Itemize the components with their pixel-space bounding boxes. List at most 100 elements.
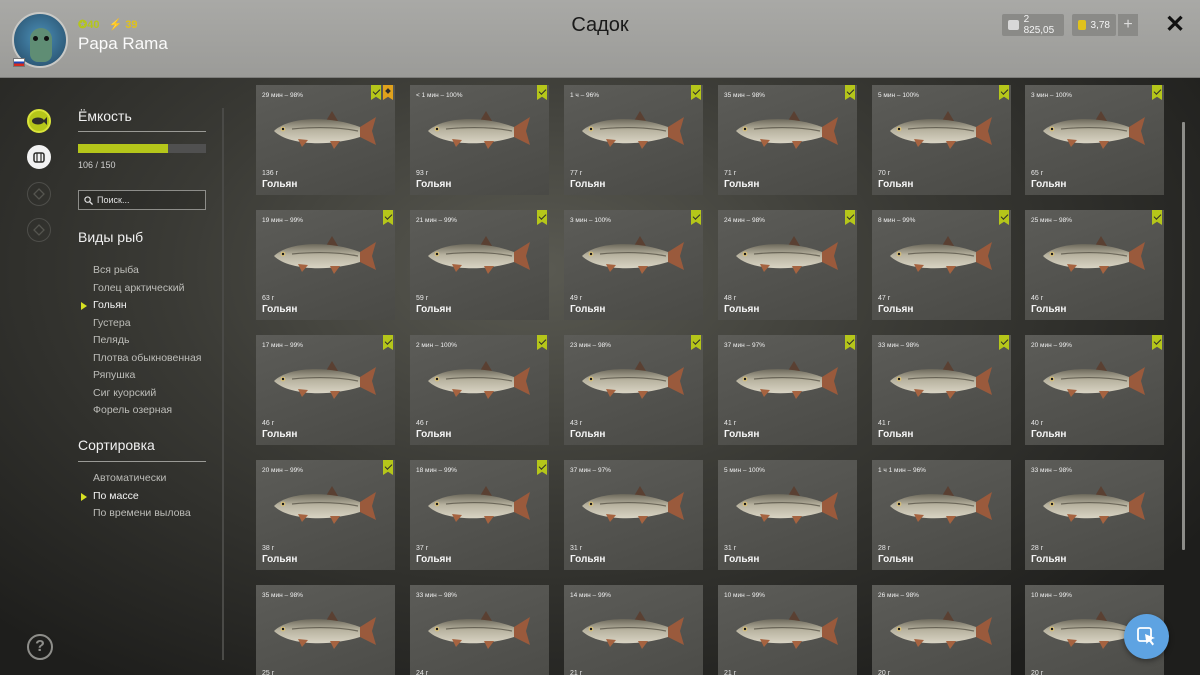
fish-weight: 37 г (416, 545, 429, 552)
species-filter-item[interactable]: Пелядь (93, 334, 129, 346)
fish-icon[interactable] (27, 109, 51, 133)
fish-card[interactable]: 8 мин – 99% 47 г Гольян (872, 210, 1011, 320)
fish-weight: 28 г (1031, 545, 1044, 552)
search-box[interactable] (78, 190, 206, 210)
divider (78, 131, 206, 132)
check-badge-icon (537, 210, 547, 225)
add-currency-button[interactable]: + (1118, 14, 1138, 36)
check-badge-icon (537, 335, 547, 350)
fish-card[interactable]: 35 мин – 98% 71 г Гольян (718, 85, 857, 195)
fish-card[interactable]: 14 мин – 99%21 гГольян (564, 585, 703, 675)
catch-time: 20 мин – 99% (1031, 342, 1072, 349)
species-filter-item[interactable]: Форель озерная (93, 404, 172, 416)
check-badge-icon (691, 335, 701, 350)
species-filter-item[interactable]: Ряпушка (93, 369, 135, 381)
fish-weight: 71 г (724, 170, 737, 177)
fish-card[interactable]: 23 мин – 98% 43 г Гольян (564, 335, 703, 445)
fish-weight: 65 г (1031, 170, 1044, 177)
fish-image (428, 361, 530, 399)
fish-image (274, 361, 376, 399)
fish-image (890, 111, 992, 149)
fish-card[interactable]: 3 мин – 100% 65 г Гольян (1025, 85, 1164, 195)
fish-card[interactable]: 17 мин – 99% 46 г Гольян (256, 335, 395, 445)
fish-card[interactable]: 33 мин – 98% 28 г Гольян (1025, 460, 1164, 570)
fish-weight: 41 г (878, 420, 891, 427)
sort-option-item[interactable]: Автоматически (93, 472, 166, 484)
close-button[interactable]: ✕ (1162, 12, 1188, 38)
fish-card[interactable]: 2 мин – 100% 46 г Гольян (410, 335, 549, 445)
fish-card[interactable]: 19 мин – 99% 63 г Гольян (256, 210, 395, 320)
silver-coin-icon (1008, 20, 1019, 30)
catch-time: 14 мин – 99% (570, 592, 611, 599)
check-badge-icon (383, 460, 393, 475)
fish-name: Гольян (724, 304, 760, 315)
fish-card[interactable]: 37 мин – 97% 41 г Гольян (718, 335, 857, 445)
fish-weight: 43 г (570, 420, 583, 427)
search-input[interactable] (97, 195, 197, 205)
fish-card[interactable]: 1 ч – 96% 77 г Гольян (564, 85, 703, 195)
fish-card[interactable]: 20 мин – 99% 40 г Гольян (1025, 335, 1164, 445)
cage-icon[interactable] (27, 145, 51, 169)
fish-name: Гольян (416, 554, 452, 565)
fish-weight: 70 г (878, 170, 891, 177)
check-badge-icon (845, 85, 855, 100)
fish-card[interactable]: 35 мин – 98%25 гГольян (256, 585, 395, 675)
fish-card[interactable]: 5 мин – 100% 31 г Гольян (718, 460, 857, 570)
help-icon[interactable]: ? (27, 634, 53, 660)
fish-name: Гольян (878, 429, 914, 440)
grid-scrollbar[interactable] (1182, 122, 1185, 550)
fish-name: Гольян (1031, 179, 1067, 190)
fish-weight: 41 г (724, 420, 737, 427)
fish-weight: 21 г (724, 670, 737, 675)
fish-card[interactable]: 1 ч 1 мин – 96% 28 г Гольян (872, 460, 1011, 570)
fish-card[interactable]: 26 мин – 98%20 гГольян (872, 585, 1011, 675)
fish-weight: 24 г (416, 670, 429, 675)
species-filter-item[interactable]: Голец арктический (93, 282, 184, 294)
catch-time: 23 мин – 98% (570, 342, 611, 349)
fish-card[interactable]: 3 мин – 100% 49 г Гольян (564, 210, 703, 320)
fish-card[interactable]: 18 мин – 99% 37 г Гольян (410, 460, 549, 570)
species-filter-item[interactable]: Гольян (93, 299, 127, 311)
sort-option-item[interactable]: По массе (93, 490, 139, 502)
fish-card[interactable]: 33 мин – 98% 41 г Гольян (872, 335, 1011, 445)
check-badge-icon (999, 210, 1009, 225)
fish-card[interactable]: 20 мин – 99% 38 г Гольян (256, 460, 395, 570)
fish-image (1043, 361, 1145, 399)
species-filter-item[interactable]: Вся рыба (93, 264, 139, 276)
fish-image (428, 611, 530, 649)
catch-time: 21 мин – 99% (416, 217, 457, 224)
fish-name: Гольян (416, 304, 452, 315)
sort-option-item[interactable]: По времени вылова (93, 507, 191, 519)
fish-card[interactable]: 5 мин – 100% 70 г Гольян (872, 85, 1011, 195)
catch-time: 17 мин – 99% (262, 342, 303, 349)
fish-image (1043, 486, 1145, 524)
check-badge-icon (691, 85, 701, 100)
fish-weight: 63 г (262, 295, 275, 302)
fish-card[interactable]: 21 мин – 99% 59 г Гольян (410, 210, 549, 320)
fish-weight: 40 г (1031, 420, 1044, 427)
fish-name: Гольян (570, 429, 606, 440)
locked-slot-icon (27, 182, 51, 206)
fish-weight: 46 г (416, 420, 429, 427)
species-filter-item[interactable]: Плотва обыкновенная (93, 352, 201, 364)
silver-balance[interactable]: 2 825,05 (1002, 14, 1064, 36)
gold-balance[interactable]: 3,78 (1072, 14, 1116, 36)
fish-image (582, 361, 684, 399)
fish-card[interactable]: 10 мин – 99%21 гГольян (718, 585, 857, 675)
fish-image (274, 111, 376, 149)
species-filter-item[interactable]: Сиг куорский (93, 387, 156, 399)
fish-card[interactable]: 24 мин – 98% 48 г Гольян (718, 210, 857, 320)
species-filter-item[interactable]: Густера (93, 317, 131, 329)
fish-weight: 77 г (570, 170, 583, 177)
cursor-mode-button[interactable] (1124, 614, 1169, 659)
fish-card[interactable]: 25 мин – 98% 46 г Гольян (1025, 210, 1164, 320)
capacity-heading: Ёмкость (78, 108, 132, 124)
fish-card[interactable]: 37 мин – 97% 31 г Гольян (564, 460, 703, 570)
top-bar: ✪40 ⚡ 39 Papa Rama Садок 2 825,05 3,78 + … (0, 0, 1200, 78)
panel-scrollbar[interactable] (222, 108, 224, 660)
silver-value: 2 825,05 (1023, 14, 1055, 36)
fish-card[interactable]: 33 мин – 98%24 гГольян (410, 585, 549, 675)
fish-name: Гольян (1031, 554, 1067, 565)
fish-card[interactable]: 29 мин – 98% 136 г Гольян (256, 85, 395, 195)
fish-card[interactable]: < 1 мин – 100% 93 г Гольян (410, 85, 549, 195)
